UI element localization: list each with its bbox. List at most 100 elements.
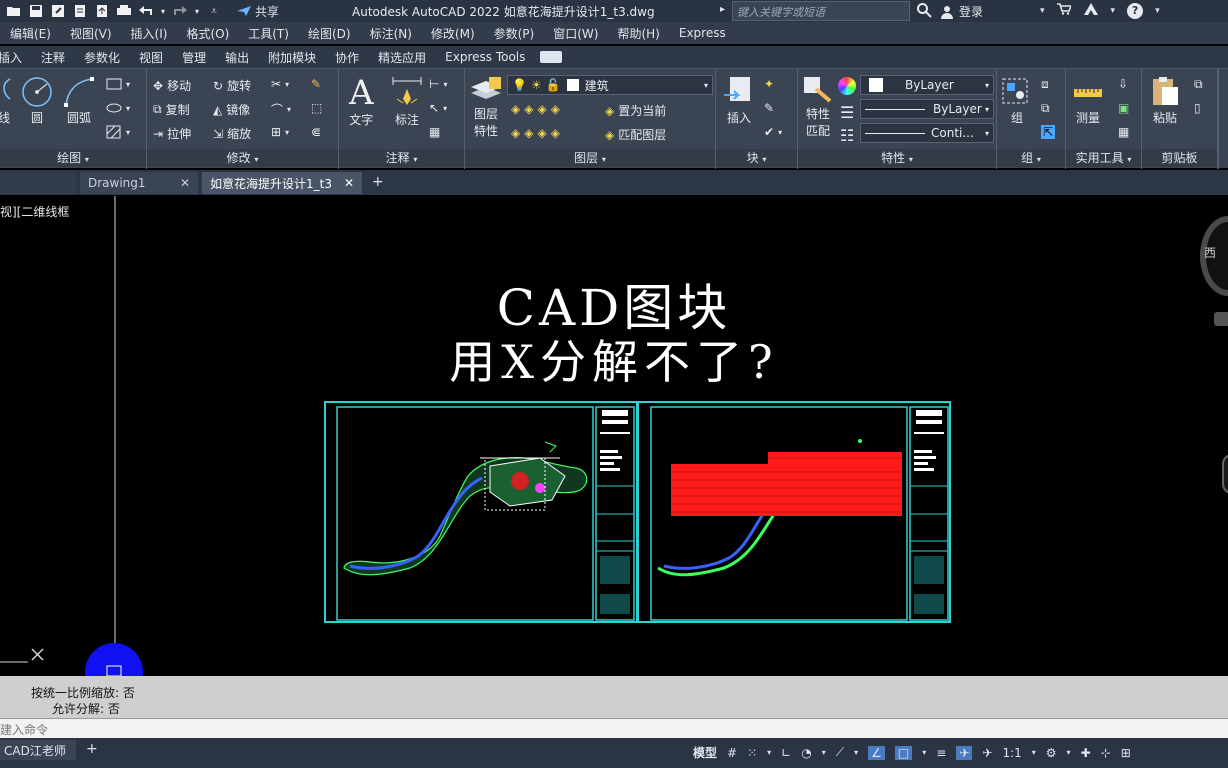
ungroup-button[interactable]: ⧈ — [1041, 77, 1049, 92]
properties-panel-title[interactable]: 特性 ▾ — [798, 149, 996, 167]
close-icon[interactable]: ✕ — [344, 176, 354, 190]
layer-lock-icon[interactable]: ◈ — [551, 102, 560, 116]
workspace-gear-icon[interactable]: ⚙ — [1046, 746, 1057, 760]
login-button[interactable]: 登录 — [940, 3, 983, 20]
menu-modify[interactable]: 修改(M) — [431, 25, 475, 42]
cart-icon[interactable] — [1056, 3, 1072, 18]
group-select-button[interactable]: ⇱ — [1041, 125, 1056, 139]
grid-icon[interactable]: # — [727, 746, 737, 760]
polar-tracking-icon[interactable]: ◔ — [801, 746, 811, 760]
start-tab[interactable] — [0, 172, 76, 194]
layer-on-icon[interactable]: ◈ — [511, 126, 520, 140]
line-tool[interactable]: 线 — [0, 75, 12, 126]
layer-freeze-icon[interactable]: ◈ — [537, 102, 546, 116]
create-block-button[interactable]: ✦ — [764, 77, 774, 91]
offset-button[interactable]: ⋐ — [311, 125, 321, 139]
color-dropdown[interactable]: ByLayer ▾ — [860, 75, 994, 95]
linetype-dropdown[interactable]: ByLayer ▾ — [860, 99, 994, 119]
polar-dropdown-icon[interactable]: ▾ — [822, 748, 826, 757]
isometric-icon[interactable]: ⟋ — [836, 745, 844, 760]
close-icon[interactable]: ✕ — [180, 176, 190, 190]
layer-dropdown[interactable]: 💡 ☀ 🔓 建筑 ▾ — [507, 75, 713, 95]
tab-addins[interactable]: 附加模块 — [268, 49, 316, 66]
table-button[interactable]: ▦ — [429, 125, 440, 139]
rectangle-tool[interactable]: ▾ — [106, 77, 130, 91]
tab-drawing1[interactable]: Drawing1 ✕ — [80, 172, 198, 194]
tab-view[interactable]: 视图 — [139, 49, 163, 66]
snap-dropdown-icon[interactable]: ▾ — [767, 748, 771, 757]
tab-express-tools[interactable]: Express Tools — [445, 50, 525, 64]
block-panel-title[interactable]: 块 ▾ — [716, 149, 797, 167]
select-all-button[interactable]: ▣ — [1118, 101, 1129, 115]
menu-express[interactable]: Express — [679, 26, 726, 40]
tab-collaborate[interactable]: 协作 — [335, 49, 359, 66]
layer-isolate-icon[interactable]: ◈ — [524, 102, 533, 116]
tab-manage[interactable]: 管理 — [182, 49, 206, 66]
object-snap-tracking-icon[interactable]: ∠ — [868, 745, 885, 760]
layer-off-icon[interactable]: ◈ — [511, 102, 520, 116]
object-snap-icon[interactable]: □ — [894, 745, 913, 760]
drawing-canvas[interactable]: 视][二维线框 CAD图块 用X分解不了? 西 — [0, 196, 1228, 676]
customize-qat-icon[interactable]: ⩡ — [206, 3, 222, 19]
account-dropdown-icon[interactable]: ▾ — [1111, 6, 1116, 16]
auto-scale-icon[interactable]: ✈ — [982, 746, 992, 760]
clipboard-panel-title[interactable]: 剪贴板 — [1142, 149, 1217, 167]
autodesk-account-icon[interactable] — [1083, 2, 1099, 19]
menu-tools[interactable]: 工具(T) — [248, 25, 289, 42]
menu-parametric[interactable]: 参数(P) — [494, 25, 535, 42]
draw-panel-title[interactable]: 绘图 ▾ — [0, 149, 146, 167]
quick-properties-icon[interactable]: ⊞ — [1121, 746, 1131, 760]
copy-button[interactable]: ⧉ 复制 — [153, 101, 190, 118]
quick-select-button[interactable]: ⇩ — [1118, 77, 1128, 91]
rotate-button[interactable]: ↻ 旋转 — [213, 77, 251, 94]
annotation-visibility-icon[interactable]: ✈ — [956, 745, 973, 760]
ribbon-overflow[interactable] — [1218, 69, 1228, 169]
match-properties-button[interactable]: 特性 匹配 — [802, 75, 834, 139]
layer-unisolate-icon[interactable]: ◈ — [524, 126, 533, 140]
undo-dropdown-icon[interactable]: ▾ — [160, 3, 166, 19]
arc-tool[interactable]: 圆弧 — [62, 75, 96, 126]
dimension-tool[interactable]: 标注 — [391, 75, 423, 128]
edit-attributes-button[interactable]: ✔ ▾ — [764, 125, 782, 139]
new-tab-icon[interactable]: + — [372, 174, 384, 190]
leader-button[interactable]: ↖ ▾ — [429, 101, 447, 115]
lineweight-dropdown[interactable]: Conti... ▾ — [860, 123, 994, 143]
redo-dropdown-icon[interactable]: ▾ — [194, 3, 200, 19]
help-dropdown-icon[interactable]: ▾ — [1155, 6, 1160, 16]
edit-block-button[interactable]: ✎ — [764, 101, 774, 115]
lineweight-icon[interactable]: ☷ — [840, 126, 854, 145]
group-button[interactable]: 组 — [1001, 75, 1033, 126]
ellipse-tool[interactable]: ▾ — [106, 101, 130, 115]
text-tool[interactable]: A 文字 — [349, 75, 374, 128]
menu-dimension[interactable]: 标注(N) — [370, 25, 412, 42]
layout-tab[interactable]: CAD江老师 — [0, 740, 76, 760]
save-as-icon[interactable] — [50, 3, 66, 19]
units-icon[interactable]: ⊹ — [1101, 746, 1111, 760]
open-icon[interactable] — [6, 3, 22, 19]
linetype-icon[interactable]: ☰ — [840, 103, 854, 122]
share-button[interactable]: 共享 — [236, 3, 279, 20]
layer-properties-button[interactable]: 图层 特性 — [469, 75, 503, 139]
menu-insert[interactable]: 插入(I) — [131, 25, 168, 42]
groups-panel-title[interactable]: 组 ▾ — [997, 149, 1065, 167]
navigation-bar[interactable] — [1222, 454, 1228, 494]
wcs-label-icon[interactable] — [1214, 312, 1228, 326]
layers-panel-title[interactable]: 图层 ▾ — [465, 149, 715, 167]
menu-edit[interactable]: 编辑(E) — [10, 25, 51, 42]
plot-upload-icon[interactable] — [94, 3, 110, 19]
tab-parametric[interactable]: 参数化 — [84, 49, 120, 66]
login-dropdown-icon[interactable]: ▾ — [1040, 6, 1045, 16]
add-layout-icon[interactable]: + — [86, 741, 98, 757]
save-icon[interactable] — [28, 3, 44, 19]
lineweight-toggle-icon[interactable]: ≡ — [936, 746, 946, 760]
undo-icon[interactable] — [138, 3, 154, 19]
layer-thaw-icon[interactable]: ◈ — [537, 126, 546, 140]
scale-button[interactable]: ⇲ 缩放 — [213, 125, 251, 142]
layer-unlock-icon[interactable]: ◈ — [551, 126, 560, 140]
group-edit-button[interactable]: ⧉ — [1041, 101, 1050, 116]
redo-icon[interactable] — [172, 3, 188, 19]
trim-button[interactable]: ✂ ▾ — [271, 77, 289, 91]
paste-button[interactable]: 粘贴 — [1150, 75, 1180, 126]
help-icon[interactable]: ? — [1127, 2, 1144, 19]
cut-clip-button[interactable]: ▯ — [1194, 101, 1201, 115]
